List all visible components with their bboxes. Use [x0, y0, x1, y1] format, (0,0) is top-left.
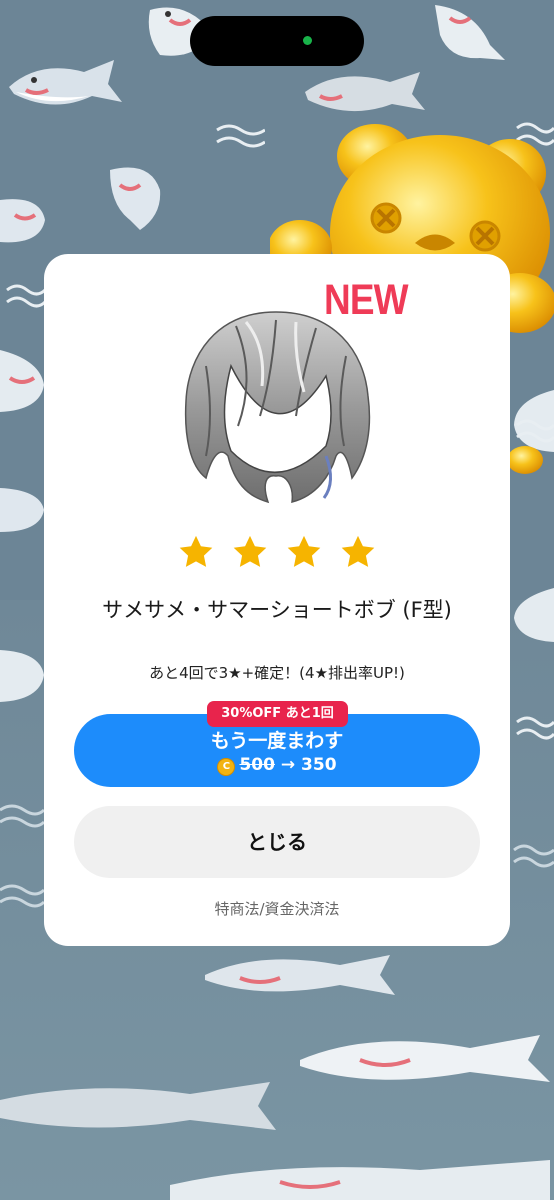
shark-illustration: [170, 1160, 550, 1200]
wave-decoration: [6, 284, 45, 308]
wave-decoration: [0, 804, 44, 828]
shark-illustration: [0, 650, 44, 702]
shark-illustration: [0, 1082, 276, 1130]
item-name: サメサメ・サマーショートボブ (F型): [102, 598, 452, 622]
shark-illustration: [0, 350, 44, 412]
shark-illustration: [300, 1035, 550, 1082]
coin-icon: C: [217, 758, 236, 776]
hair-item-image: [184, 311, 371, 504]
spin-again-label: もう一度まわす: [210, 730, 344, 752]
gacha-result-dialog: NEW サメサメ・サマーショートボブ (F型) あと4回で3★+確定！(4★排出…: [44, 254, 510, 946]
close-button[interactable]: とじる: [74, 806, 480, 878]
wave-decoration: [0, 884, 44, 908]
camera-indicator-icon: [303, 36, 312, 45]
star-icon: [341, 535, 375, 567]
discounted-price: 350: [301, 755, 337, 775]
wave-decoration: [216, 124, 265, 148]
pity-counter-text: あと4回で3★+確定！(4★排出率UP!): [149, 664, 405, 682]
shark-illustration: [435, 5, 505, 60]
discount-badge: 30%OFF あと1回: [207, 701, 348, 727]
shark-illustration: [305, 72, 425, 112]
shark-illustration: [514, 588, 554, 642]
star-icon: [233, 535, 267, 567]
wave-decoration: [513, 844, 554, 868]
shark-illustration: [110, 167, 161, 230]
shark-illustration: [205, 955, 395, 995]
wave-decoration: [516, 716, 554, 740]
price-arrow: →: [280, 755, 296, 775]
star-icon: [179, 535, 213, 567]
legal-notice-link[interactable]: 特商法/資金決済法: [44, 898, 510, 919]
shark-illustration: [9, 60, 122, 105]
rarity-stars: [177, 533, 377, 577]
price-row: C 500 → 350: [74, 755, 480, 776]
camera-island: [190, 16, 364, 66]
shark-illustration: [0, 488, 44, 532]
original-price: 500: [239, 755, 275, 775]
shark-illustration: [0, 199, 45, 243]
star-icon: [287, 535, 321, 567]
